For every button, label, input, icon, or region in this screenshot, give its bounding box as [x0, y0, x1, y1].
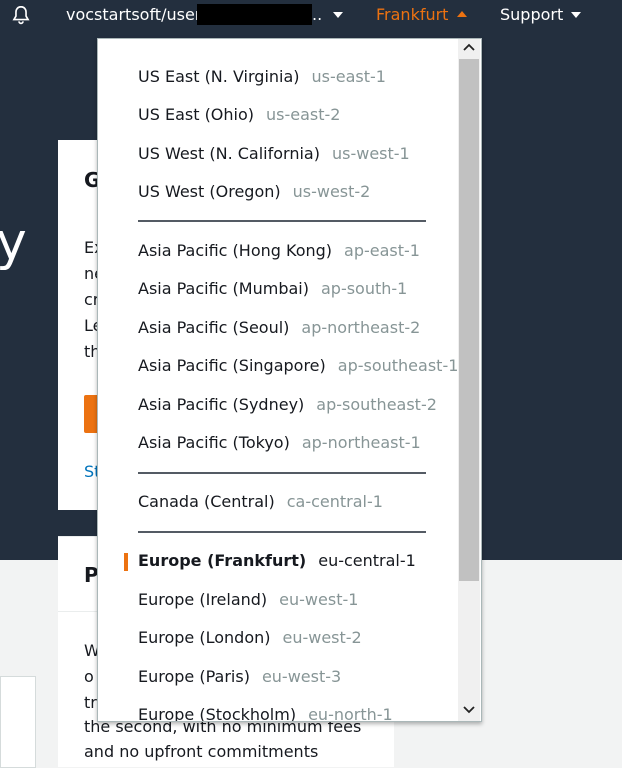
region-name: Europe (London) — [138, 628, 271, 647]
region-name: US East (Ohio) — [138, 105, 255, 124]
region-name: Asia Pacific (Seoul) — [138, 318, 290, 337]
region-list: US East (N. Virginia) us-east-1 US East (… — [98, 39, 458, 721]
top-nav-bar: vocstartsoft/user .. Frankfurt Support — [0, 0, 622, 30]
region-code: ca-central-1 — [286, 492, 383, 511]
region-code: eu-west-1 — [279, 590, 359, 609]
support-menu[interactable]: Support — [500, 5, 563, 24]
region-code: ap-southeast-1 — [337, 356, 458, 375]
region-option-ap-northeast-2[interactable]: Asia Pacific (Seoul) ap-northeast-2 — [138, 318, 420, 340]
region-option-ap-south-1[interactable]: Asia Pacific (Mumbai) ap-south-1 — [138, 279, 407, 301]
account-ellipsis: .. — [312, 5, 323, 24]
region-option-ca-central-1[interactable]: Canada (Central) ca-central-1 — [138, 492, 383, 514]
scroll-down-icon[interactable] — [458, 701, 480, 719]
region-code: us-east-1 — [311, 67, 386, 86]
region-code: ap-southeast-2 — [316, 395, 437, 414]
region-name: Europe (Stockholm) — [138, 705, 297, 721]
redacted-username — [197, 4, 312, 25]
account-menu[interactable]: vocstartsoft/user — [66, 5, 201, 24]
card-text-line: tr — [84, 693, 97, 712]
region-name: Asia Pacific (Singapore) — [138, 356, 326, 375]
scrollbar-thumb[interactable] — [459, 59, 479, 581]
region-option-us-west-1[interactable]: US West (N. California) us-west-1 — [138, 144, 410, 166]
region-name: Asia Pacific (Hong Kong) — [138, 241, 333, 260]
region-name: Asia Pacific (Tokyo) — [138, 433, 290, 452]
region-option-us-east-2[interactable]: US East (Ohio) us-east-2 — [138, 105, 340, 127]
region-code: eu-west-2 — [282, 628, 362, 647]
region-name: Canada (Central) — [138, 492, 275, 511]
region-code: us-east-2 — [266, 105, 341, 124]
region-code: ap-south-1 — [320, 279, 408, 298]
region-option-ap-southeast-2[interactable]: Asia Pacific (Sydney) ap-southeast-2 — [138, 395, 437, 417]
region-code: eu-central-1 — [318, 551, 416, 570]
region-code: ap-northeast-1 — [301, 433, 421, 452]
bell-icon[interactable] — [10, 4, 32, 26]
region-name: Europe (Frankfurt) — [138, 551, 307, 570]
region-name: Europe (Ireland) — [138, 590, 268, 609]
card-text-line: o — [84, 667, 94, 686]
region-option-us-east-1[interactable]: US East (N. Virginia) us-east-1 — [138, 67, 386, 89]
region-name: Asia Pacific (Mumbai) — [138, 279, 309, 298]
region-code: ap-northeast-2 — [301, 318, 421, 337]
region-option-eu-central-1[interactable]: Europe (Frankfurt) eu-central-1 — [138, 551, 416, 573]
menu-divider — [138, 220, 426, 222]
region-option-eu-west-3[interactable]: Europe (Paris) eu-west-3 — [138, 667, 341, 689]
chevron-down-icon[interactable] — [333, 12, 343, 18]
card-text-line: and no upfront commitments — [84, 742, 319, 761]
side-card — [0, 676, 36, 768]
region-selector[interactable]: Frankfurt — [376, 5, 448, 24]
region-option-ap-southeast-1[interactable]: Asia Pacific (Singapore) ap-southeast-1 — [138, 356, 458, 378]
scroll-up-icon[interactable] — [458, 39, 480, 57]
selected-indicator — [124, 553, 128, 571]
region-option-eu-west-2[interactable]: Europe (London) eu-west-2 — [138, 628, 362, 650]
region-name: US East (N. Virginia) — [138, 67, 300, 86]
region-code: eu-north-1 — [308, 705, 393, 721]
chevron-up-icon[interactable] — [457, 11, 467, 17]
region-name: US West (N. California) — [138, 144, 320, 163]
chevron-down-icon[interactable] — [571, 12, 581, 18]
menu-divider — [138, 472, 426, 474]
region-option-ap-east-1[interactable]: Asia Pacific (Hong Kong) ap-east-1 — [138, 241, 420, 263]
region-option-eu-north-1[interactable]: Europe (Stockholm) eu-north-1 — [138, 705, 393, 721]
region-code: us-west-2 — [292, 182, 371, 201]
region-name: Asia Pacific (Sydney) — [138, 395, 305, 414]
region-option-eu-west-1[interactable]: Europe (Ireland) eu-west-1 — [138, 590, 358, 612]
region-name: US West (Oregon) — [138, 182, 281, 201]
menu-divider — [138, 531, 426, 533]
region-dropdown: US East (N. Virginia) us-east-1 US East (… — [97, 38, 482, 722]
region-name: Europe (Paris) — [138, 667, 250, 686]
region-code: eu-west-3 — [261, 667, 342, 686]
region-code: us-west-1 — [331, 144, 410, 163]
region-code: ap-east-1 — [344, 241, 420, 260]
region-option-ap-northeast-1[interactable]: Asia Pacific (Tokyo) ap-northeast-1 — [138, 433, 421, 455]
region-option-us-west-2[interactable]: US West (Oregon) us-west-2 — [138, 182, 370, 204]
hero-heading-fragment: y — [0, 212, 27, 272]
